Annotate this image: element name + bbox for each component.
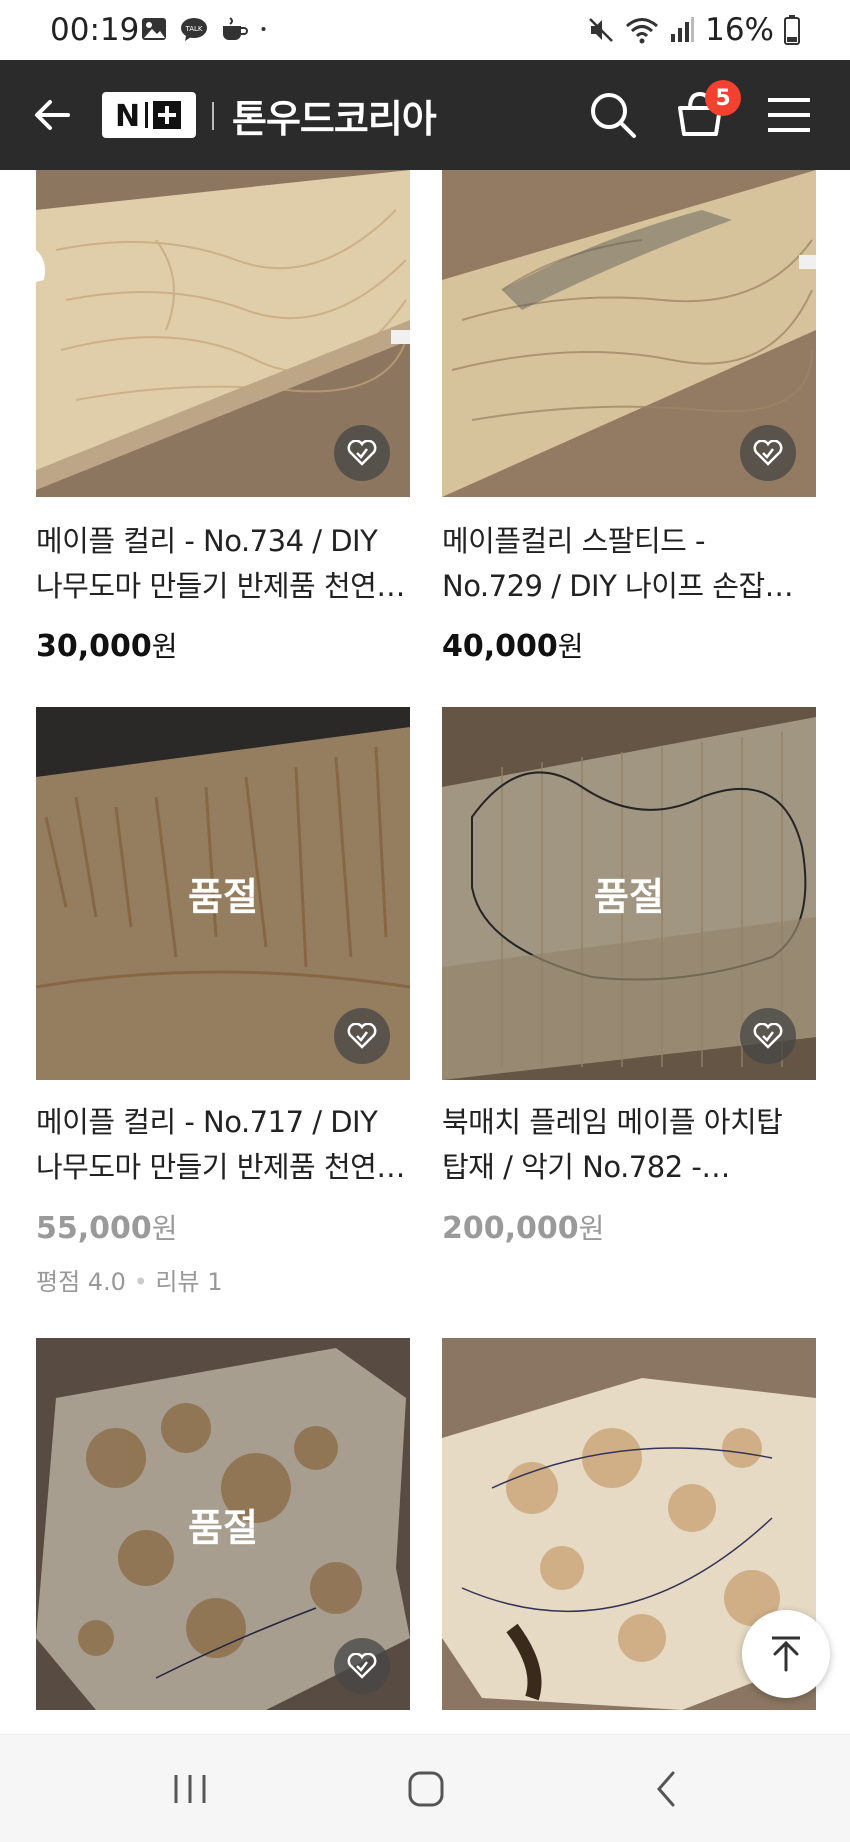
battery-percent: 16%: [705, 12, 774, 48]
hamburger-menu-icon[interactable]: [766, 94, 812, 136]
home-icon: [408, 1771, 444, 1807]
product-price: 200,000원: [442, 1211, 605, 1246]
wishlist-button[interactable]: [740, 425, 796, 481]
svg-text:TALK: TALK: [184, 25, 202, 33]
heart-check-icon: [347, 1023, 377, 1049]
signal-icon: [671, 17, 695, 42]
product-image[interactable]: 품절: [36, 707, 410, 1080]
heart-check-icon: [347, 440, 377, 466]
store-name[interactable]: 톤우드코리아: [232, 88, 437, 143]
wishlist-button[interactable]: [334, 1638, 390, 1694]
app-header: N 톤우드코리아 5: [0, 60, 850, 170]
product-price: 30,000원: [36, 629, 178, 664]
coffee-icon: [223, 17, 248, 40]
product-title[interactable]: 메이플 컬리 - No.717 / DIY 나무도마 만들기 반제품 천연…: [36, 1100, 416, 1190]
back-chevron-icon: [657, 1771, 675, 1807]
heart-check-icon: [753, 440, 783, 466]
product-title[interactable]: 메이플컬리 스팔티드 - No.729 / DIY 나이프 손잡…: [442, 519, 822, 609]
mute-icon: [589, 18, 613, 42]
dot-icon: [261, 27, 266, 31]
cart-count-badge: 5: [705, 80, 741, 116]
heart-check-icon: [347, 1653, 377, 1679]
battery-icon: [784, 15, 800, 45]
product-image[interactable]: [442, 170, 816, 497]
svg-text:N: N: [115, 99, 140, 132]
home-button[interactable]: [396, 1763, 456, 1815]
logo-mark: N: [115, 99, 181, 132]
gallery-icon: [142, 18, 166, 40]
product-image[interactable]: 품절: [442, 707, 816, 1080]
status-bar: 00:19 TALK 16%: [0, 0, 850, 60]
wishlist-button[interactable]: [740, 1008, 796, 1064]
arrow-up-icon: [772, 1636, 800, 1672]
scroll-to-top-button[interactable]: [742, 1610, 830, 1698]
product-image[interactable]: 품절: [36, 1338, 410, 1710]
product-image[interactable]: [36, 170, 410, 497]
search-icon[interactable]: [586, 88, 640, 142]
back-arrow-icon[interactable]: [28, 90, 78, 140]
product-price: 55,000원: [36, 1211, 178, 1246]
sold-out-label: 품절: [594, 875, 664, 919]
wishlist-button[interactable]: [334, 425, 390, 481]
product-title[interactable]: 북매치 플레임 메이플 아치탑 탑재 / 악기 No.782 -…: [442, 1100, 822, 1190]
product-title[interactable]: 메이플 컬리 - No.734 / DIY 나무도마 만들기 반제품 천연…: [36, 519, 416, 609]
back-button[interactable]: [636, 1763, 696, 1815]
system-nav-bar: [0, 1734, 850, 1842]
talk-icon: TALK: [181, 18, 207, 41]
sold-out-label: 품절: [188, 875, 258, 919]
sold-out-label: 품절: [188, 1505, 258, 1550]
header-divider: [212, 102, 214, 130]
wifi-icon: [626, 18, 659, 44]
recent-apps-button[interactable]: [160, 1763, 220, 1815]
store-logo[interactable]: N: [102, 92, 196, 138]
product-price: 40,000원: [442, 629, 584, 664]
status-time: 00:19: [50, 12, 140, 48]
heart-check-icon: [753, 1023, 783, 1049]
wishlist-button[interactable]: [334, 1008, 390, 1064]
recent-apps-icon: [174, 1775, 206, 1803]
product-rating: 평점 4.0 • 리뷰 1: [36, 1268, 223, 1296]
